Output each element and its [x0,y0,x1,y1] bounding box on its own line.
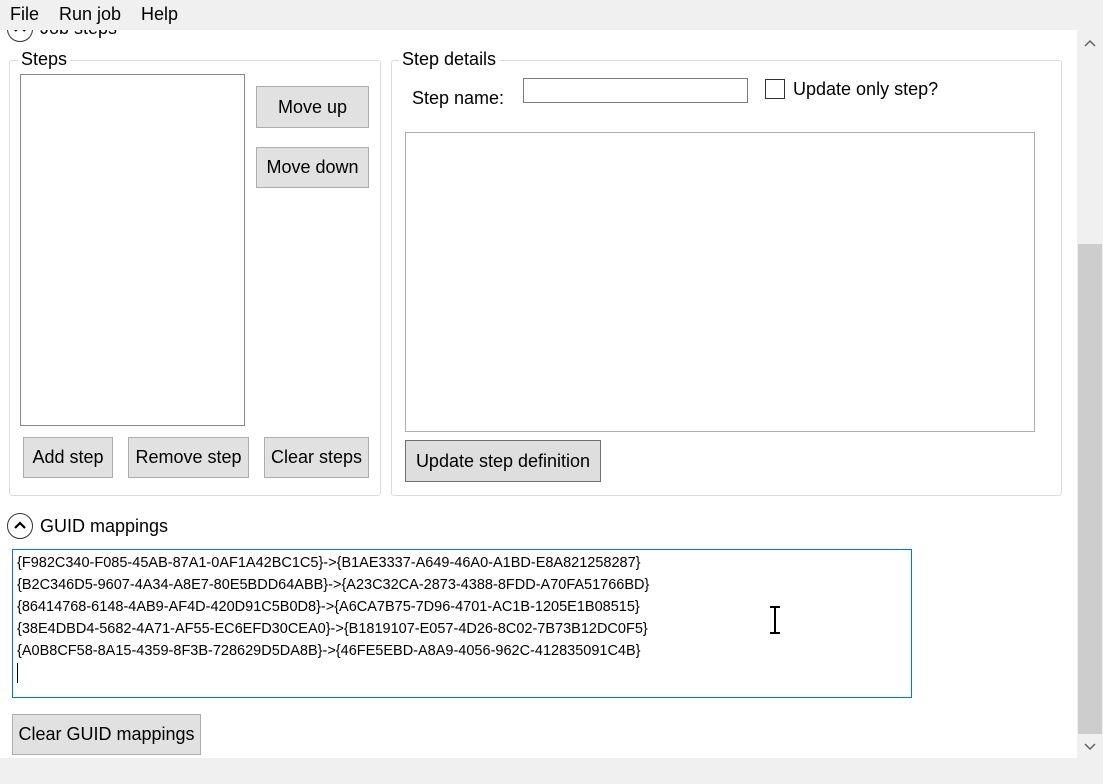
scroll-up-arrow-icon[interactable] [1077,32,1103,56]
scrollbar-thumb[interactable] [1078,244,1102,734]
scroll-content: Job steps Steps Move up Move down Add st… [0,30,1077,758]
update-only-step-label: Update only step? [793,79,939,99]
move-down-button[interactable]: Move down [256,147,369,188]
text-ibeam-cursor-icon [770,606,780,634]
chevron-up-icon [14,30,26,32]
guid-mappings-label: GUID mappings [40,516,169,536]
menu-help[interactable]: Help [139,4,180,25]
steps-group-title: Steps [18,49,71,70]
window-bottom-strip [0,758,1103,784]
step-definition-textarea[interactable] [405,132,1035,432]
remove-step-button[interactable]: Remove step [128,437,249,478]
clear-guid-mappings-button[interactable]: Clear GUID mappings [12,714,201,755]
guid-mapping-line: {B2C346D5-9607-4A34-A8E7-80E5BDD64ABB}->… [17,577,650,593]
chevron-up-icon [14,521,26,529]
update-step-definition-button[interactable]: Update step definition [405,440,601,482]
step-name-label: Step name: [412,88,505,108]
guid-mapping-line: {F982C340-F085-45AB-87A1-0AF1A42BC1C5}->… [17,555,641,571]
guid-mappings-expander[interactable] [7,513,33,539]
job-steps-expander[interactable] [7,30,33,42]
text-caret [17,663,18,683]
add-step-button[interactable]: Add step [23,437,113,478]
update-only-step-checkbox[interactable] [765,79,785,99]
menu-bar: File Run job Help [0,0,1103,30]
move-up-button[interactable]: Move up [256,86,369,128]
menu-file[interactable]: File [8,4,41,25]
step-details-group-title: Step details [399,49,500,70]
job-steps-label: Job steps [40,30,117,39]
menu-run-job[interactable]: Run job [57,4,123,25]
step-name-input[interactable] [523,78,748,103]
steps-listbox[interactable] [20,74,245,426]
scroll-down-arrow-icon[interactable] [1077,734,1103,758]
guid-mapping-line: {A0B8CF58-8A15-4359-8F3B-728629D5DA8B}->… [17,643,641,659]
vertical-scrollbar[interactable] [1077,30,1103,758]
clear-steps-button[interactable]: Clear steps [264,437,369,478]
